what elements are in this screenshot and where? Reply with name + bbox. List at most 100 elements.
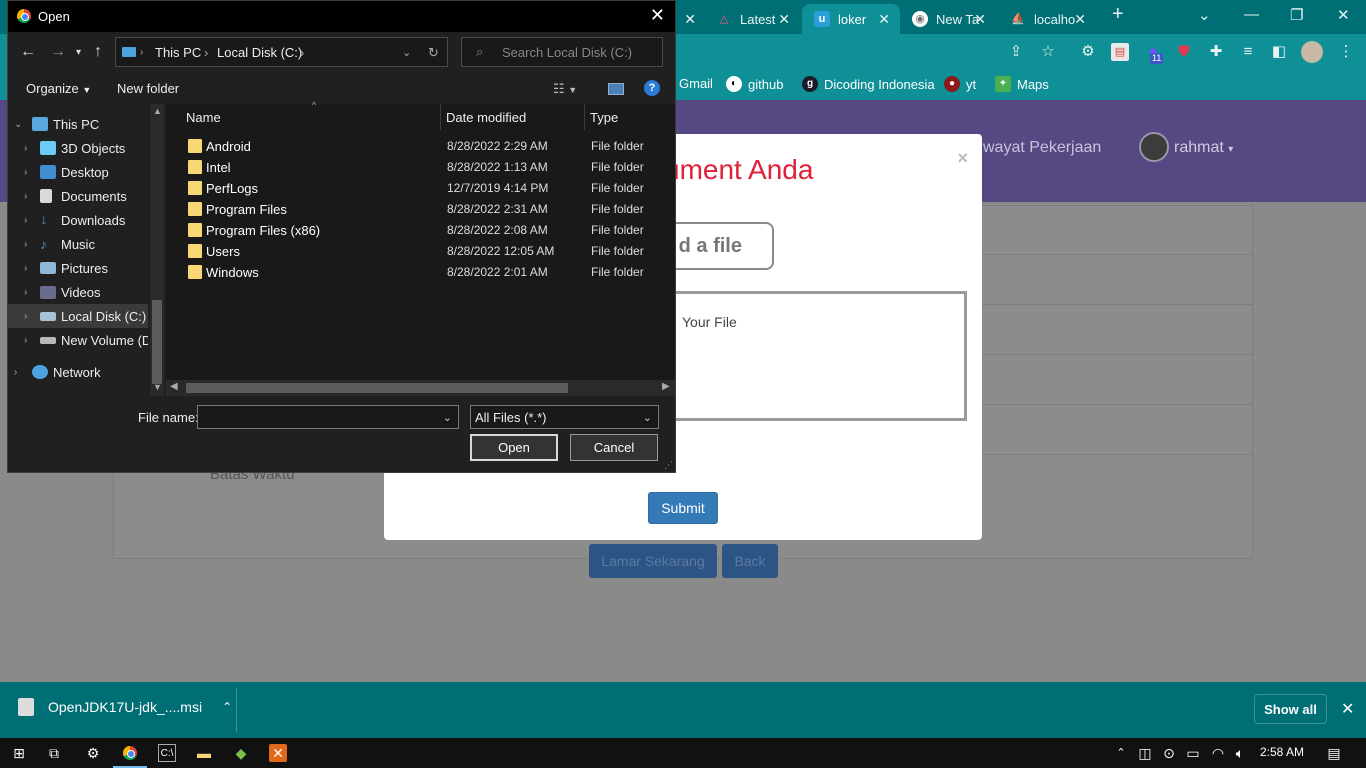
tab-close-icon[interactable]: ✕ <box>878 11 890 28</box>
scrollbar-thumb[interactable] <box>186 383 568 393</box>
download-item[interactable]: OpenJDK17U-jdk_....msi ⌃ <box>18 698 232 716</box>
forward-arrow-icon[interactable]: → <box>50 43 66 61</box>
scrollbar-thumb[interactable] <box>152 300 162 384</box>
tab-latest[interactable]: △ Latest ✕ <box>704 4 800 34</box>
bookmark-star-icon[interactable]: ☆ <box>1039 43 1057 61</box>
scroll-up-icon[interactable]: ▲ <box>153 106 162 116</box>
side-panel-icon[interactable]: ◧ <box>1270 43 1288 61</box>
bookmark-maps[interactable]: ✦ Maps <box>995 76 1049 92</box>
collapsed-chevron-icon[interactable]: › <box>14 367 17 378</box>
clock[interactable]: 2:58 AM <box>1260 745 1304 759</box>
tab-localhost[interactable]: ⛵ localho ✕ <box>998 4 1096 34</box>
file-name-input[interactable]: ⌄ <box>197 405 459 429</box>
collapsed-chevron-icon[interactable]: › <box>24 191 27 202</box>
file-type-select[interactable]: All Files (*.*) ⌄ <box>470 405 659 429</box>
submit-button[interactable]: Submit <box>648 492 718 524</box>
file-explorer-icon[interactable]: ▬ <box>195 744 213 762</box>
organize-button[interactable]: Organize ▼ <box>26 81 91 96</box>
nav-pane-scrollbar[interactable]: ▲ ▼ <box>150 104 164 396</box>
tab-close-icon[interactable]: ✕ <box>684 11 696 28</box>
restore-icon[interactable]: ❐ <box>1290 6 1303 24</box>
volume-icon[interactable]: 🔈︎ <box>1231 744 1249 762</box>
tree-item-documents[interactable]: › Documents <box>8 184 148 208</box>
cancel-button[interactable]: Cancel <box>570 434 658 461</box>
column-separator[interactable] <box>584 104 585 130</box>
file-drop-area[interactable]: Your File <box>644 291 967 421</box>
modal-close-icon[interactable]: × <box>957 148 968 169</box>
meet-now-icon[interactable]: ◫ <box>1136 744 1154 762</box>
column-type[interactable]: Type <box>590 110 618 125</box>
notifications-icon[interactable]: ▤ <box>1325 744 1343 762</box>
breadcrumb-local-disk[interactable]: Local Disk (C:) <box>217 45 302 60</box>
tab-new-tab[interactable]: ◉ New Ta ✕ <box>900 4 996 34</box>
back-button[interactable]: Back <box>722 544 778 578</box>
extension-gear-icon[interactable]: ⚙ <box>1079 43 1097 61</box>
preview-pane-icon[interactable] <box>608 83 624 95</box>
view-options-icon[interactable]: ☷ ▼ <box>553 81 577 97</box>
tree-item-videos[interactable]: › Videos <box>8 280 148 304</box>
bookmark-github[interactable]: ◐ github <box>726 76 783 92</box>
xampp-icon[interactable]: ✕ <box>269 744 287 762</box>
tab-close-icon[interactable]: ✕ <box>778 11 790 28</box>
tab-close-icon[interactable]: ✕ <box>1074 11 1086 28</box>
user-avatar[interactable] <box>1139 132 1169 162</box>
dialog-close-icon[interactable]: ✕ <box>650 5 665 26</box>
camera-privacy-icon[interactable]: ⊙ <box>1160 744 1178 762</box>
windows-start-icon[interactable]: ⊞ <box>10 744 28 762</box>
new-folder-button[interactable]: New folder <box>117 81 179 96</box>
tab-loker[interactable]: u loker ✕ <box>802 4 900 34</box>
resize-grip-icon[interactable]: ⋰ <box>664 460 673 471</box>
tree-item-pictures[interactable]: › Pictures <box>8 256 148 280</box>
address-bar[interactable]: › This PC › Local Disk (C:) › ⌄ ↻ <box>115 37 448 67</box>
minimize-icon[interactable]: — <box>1244 6 1259 23</box>
file-row[interactable]: Program Files 8/28/2022 2:31 AM File fol… <box>174 199 669 220</box>
task-view-icon[interactable]: ⧉ <box>45 744 63 762</box>
search-input[interactable]: ⌕ Search Local Disk (C:) <box>461 37 663 67</box>
tree-item-local-disk-c[interactable]: › Local Disk (C:) <box>8 304 148 328</box>
tree-item-desktop[interactable]: › Desktop <box>8 160 148 184</box>
shelf-close-icon[interactable]: ✕ <box>1341 699 1354 719</box>
file-row[interactable]: Users 8/28/2022 12:05 AM File folder <box>174 241 669 262</box>
column-name[interactable]: Name <box>186 110 221 125</box>
tree-item-new-volume-d[interactable]: › New Volume (D: <box>8 328 148 352</box>
recent-dropdown-icon[interactable]: ▾ <box>76 47 81 58</box>
breadcrumb-this-pc[interactable]: This PC <box>155 45 201 60</box>
chevron-down-icon[interactable]: ⌄ <box>443 411 452 424</box>
help-icon[interactable]: ? <box>644 80 660 96</box>
collapsed-chevron-icon[interactable]: › <box>24 287 27 298</box>
scroll-down-icon[interactable]: ▼ <box>153 382 162 392</box>
collapsed-chevron-icon[interactable]: › <box>24 239 27 250</box>
extension-profile-icon[interactable]: ● 11 <box>1144 43 1164 64</box>
file-pane-scrollbar[interactable]: ◀ ▶ <box>166 380 675 396</box>
scroll-left-icon[interactable]: ◀ <box>170 381 178 392</box>
file-row[interactable]: Program Files (x86) 8/28/2022 2:08 AM Fi… <box>174 220 669 241</box>
battery-icon[interactable]: ▭ <box>1184 744 1202 762</box>
back-arrow-icon[interactable]: ← <box>20 43 36 61</box>
show-all-button[interactable]: Show all <box>1254 694 1327 724</box>
tree-item-music[interactable]: › ♪ Music <box>8 232 148 256</box>
tree-item-3d-objects[interactable]: › 3D Objects <box>8 136 148 160</box>
tray-chevron-icon[interactable]: ⌃ <box>1112 744 1130 762</box>
media-queue-icon[interactable]: ≡ <box>1239 43 1257 61</box>
collapsed-chevron-icon[interactable]: › <box>24 335 27 346</box>
extensions-puzzle-icon[interactable]: ✚ <box>1207 43 1225 61</box>
collapsed-chevron-icon[interactable]: › <box>24 143 27 154</box>
file-row[interactable]: Windows 8/28/2022 2:01 AM File folder <box>174 262 669 283</box>
wifi-icon[interactable]: ◠ <box>1209 744 1227 762</box>
new-tab-plus-icon[interactable]: + <box>1112 3 1124 26</box>
profile-avatar[interactable] <box>1301 41 1323 63</box>
refresh-icon[interactable]: ↻ <box>428 45 439 61</box>
apply-button[interactable]: Lamar Sekarang <box>589 544 717 578</box>
extension-calendar-icon[interactable]: ▤ <box>1111 43 1129 61</box>
scroll-right-icon[interactable]: ▶ <box>662 381 670 392</box>
bookmark-yt[interactable]: ● yt <box>944 76 976 92</box>
address-dropdown-icon[interactable]: ⌄ <box>402 46 411 59</box>
share-icon[interactable]: ⇪ <box>1007 43 1025 61</box>
bookmark-dicoding[interactable]: g Dicoding Indonesia <box>802 76 935 92</box>
tree-item-downloads[interactable]: › ↓ Downloads <box>8 208 148 232</box>
collapsed-chevron-icon[interactable]: › <box>24 311 27 322</box>
window-close-icon[interactable]: ✕ <box>1337 6 1350 24</box>
open-button[interactable]: Open <box>470 434 558 461</box>
extension-pocket-icon[interactable]: ⛊ <box>1175 43 1193 61</box>
tab-partial[interactable]: ✕ <box>676 4 700 34</box>
